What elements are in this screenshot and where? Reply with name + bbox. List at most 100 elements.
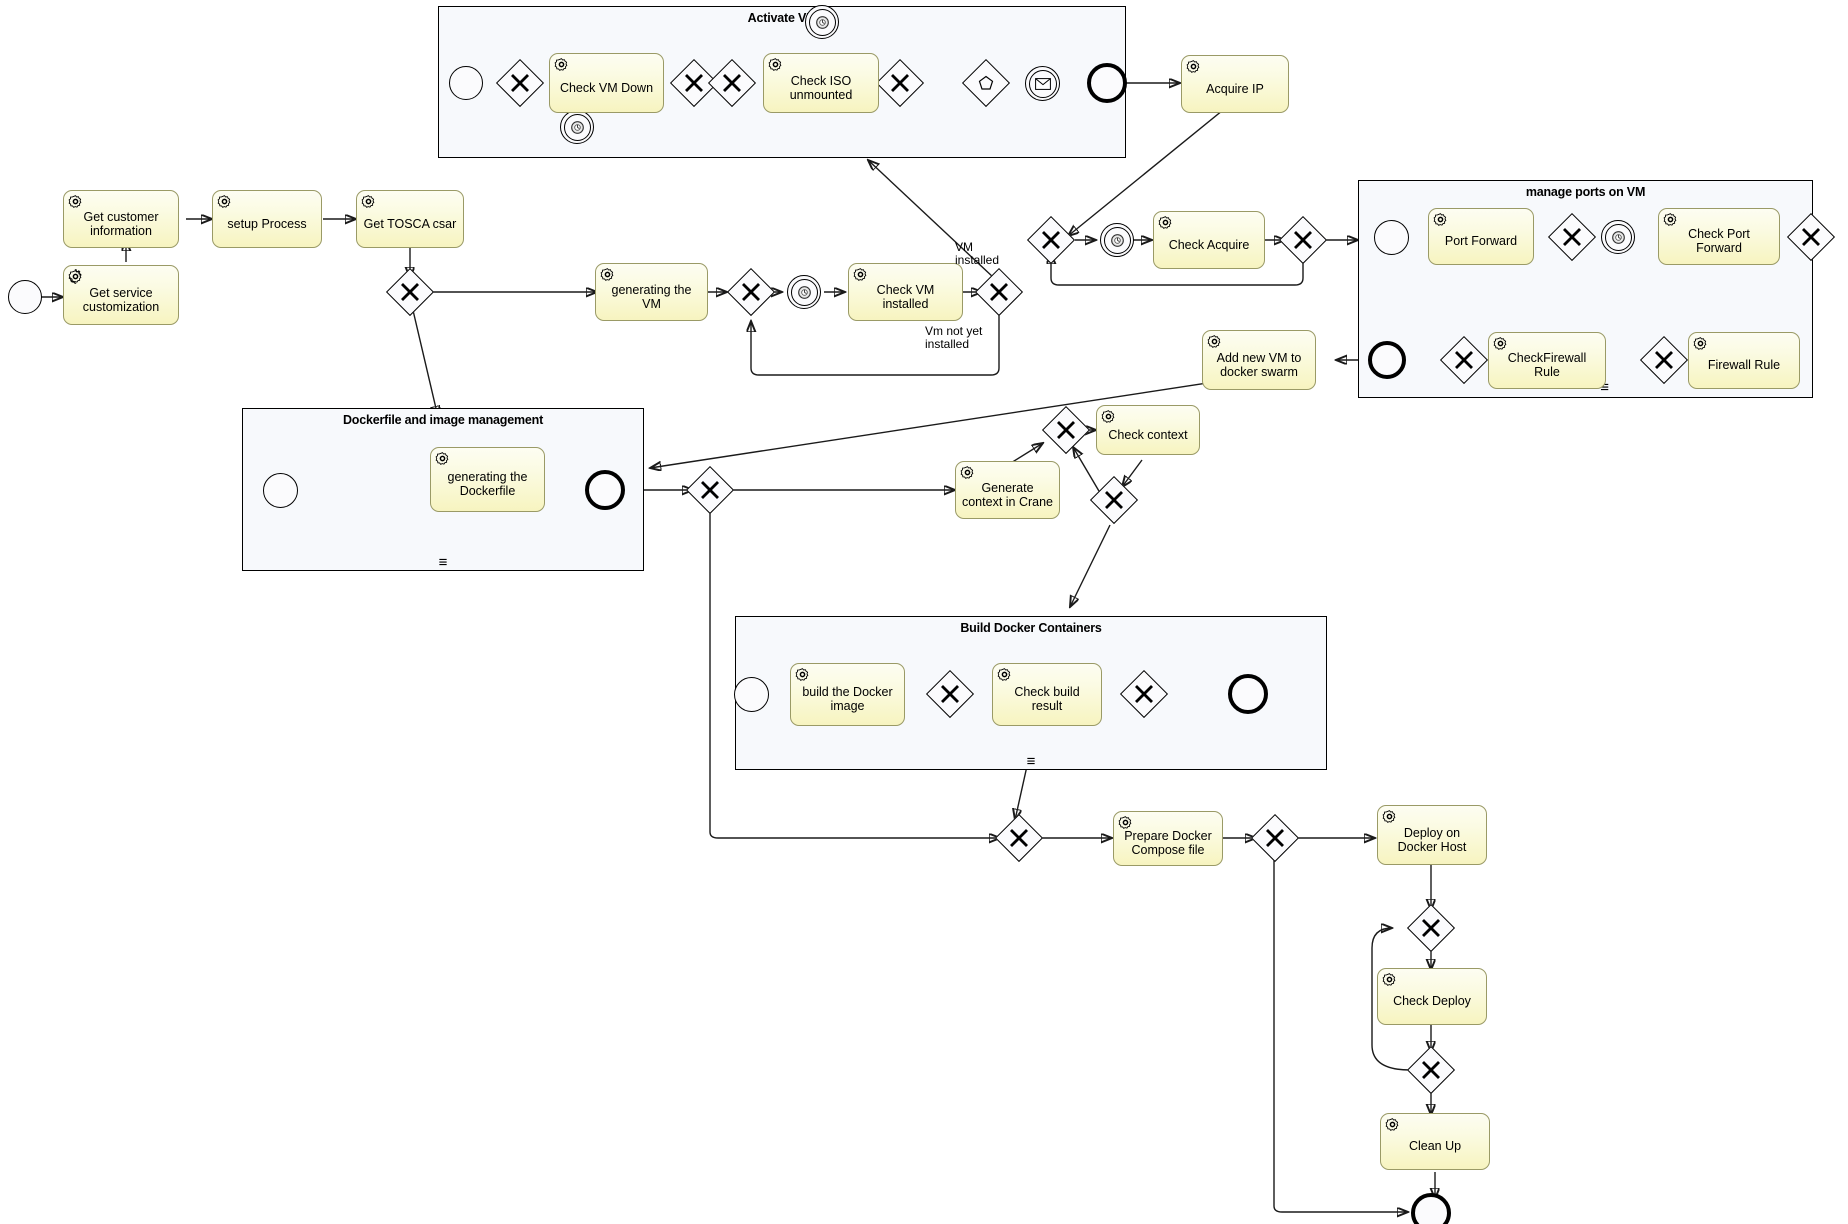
subprocess-start-event-build-docker[interactable] [734, 677, 769, 712]
task-firewall-rule[interactable]: Firewall Rule [1688, 332, 1800, 389]
task-check-firewall-rule[interactable]: CheckFirewall Rule [1488, 332, 1606, 389]
exclusive-gateway[interactable] [975, 268, 1023, 316]
task-get-tosca-csar[interactable]: Get TOSCA csar [356, 190, 464, 248]
task-setup-process[interactable]: setup Process [212, 190, 322, 248]
task-acquire-ip[interactable]: Acquire IP [1181, 55, 1289, 113]
gear-icon [1693, 337, 1707, 350]
task-build-the-docker-image[interactable]: build the Docker image [790, 663, 905, 726]
task-check-context[interactable]: Check context [1096, 405, 1200, 455]
task-check-iso-unmounted[interactable]: Check ISO unmounted [763, 53, 879, 113]
task-label: Prepare Docker Compose file [1124, 829, 1212, 857]
timer-intermediate-event[interactable] [805, 5, 839, 39]
task-check-vm-down[interactable]: Check VM Down [549, 53, 664, 113]
task-label: Firewall Rule [1707, 358, 1781, 372]
task-check-port-forward[interactable]: Check Port Forward [1658, 208, 1780, 265]
task-check-vm-installed[interactable]: Check VM installed [848, 263, 963, 321]
gear-icon [68, 269, 82, 284]
subprocess-title: Build Docker Containers [960, 621, 1102, 635]
timer-intermediate-event[interactable] [787, 275, 821, 309]
task-clean-up[interactable]: Clean Up [1380, 1113, 1490, 1170]
exclusive-gateway[interactable] [1548, 213, 1596, 261]
task-add-new-vm-to-docker-swarm[interactable]: Add new VM to docker swarm [1202, 330, 1316, 390]
subprocess-marker-icon: ≡ [1026, 753, 1036, 770]
task-deploy-on-docker-host[interactable]: Deploy on Docker Host [1377, 805, 1487, 865]
x-icon [1640, 336, 1688, 384]
exclusive-gateway[interactable] [686, 466, 734, 514]
message-intermediate-event[interactable] [1025, 66, 1060, 101]
timer-icon [1602, 221, 1634, 253]
exclusive-gateway[interactable] [708, 59, 756, 107]
exclusive-gateway[interactable] [1042, 406, 1090, 454]
timer-icon [561, 111, 593, 143]
timer-icon [788, 276, 820, 308]
gear-icon [1433, 213, 1447, 226]
timer-icon [806, 6, 838, 38]
subprocess-start-event-manage-ports[interactable] [1374, 220, 1409, 255]
exclusive-gateway[interactable] [1027, 216, 1075, 264]
task-label: Deploy on Docker Host [1397, 825, 1467, 854]
x-icon [1548, 213, 1596, 261]
exclusive-gateway[interactable] [1787, 213, 1835, 261]
timer-intermediate-event[interactable] [1601, 220, 1635, 254]
exclusive-gateway[interactable] [496, 59, 544, 107]
task-generating-the-dockerfile[interactable]: generating the Dockerfile [430, 447, 545, 512]
exclusive-gateway[interactable] [1440, 336, 1488, 384]
gear-icon [960, 466, 974, 479]
task-label: Check Deploy [1393, 994, 1471, 1008]
x-icon [1440, 336, 1488, 384]
timer-intermediate-event[interactable] [1100, 223, 1134, 257]
x-icon [1787, 213, 1835, 261]
exclusive-gateway[interactable] [1407, 1046, 1455, 1094]
exclusive-gateway[interactable] [1279, 216, 1327, 264]
task-prepare-docker-compose-file[interactable]: Prepare Docker Compose file [1113, 811, 1223, 866]
timer-icon [1101, 224, 1133, 256]
exclusive-gateway[interactable] [1120, 670, 1168, 718]
task-port-forward[interactable]: Port Forward [1428, 208, 1534, 265]
task-generating-the-vm[interactable]: generating the VM [595, 263, 708, 321]
timer-intermediate-event[interactable] [560, 110, 594, 144]
task-label: Port Forward [1444, 234, 1518, 248]
task-label: Check Port Forward [1688, 227, 1750, 255]
x-icon [1407, 1046, 1455, 1094]
exclusive-gateway[interactable] [727, 268, 775, 316]
gear-icon [768, 58, 782, 71]
gear-icon [997, 668, 1011, 681]
task-label: Acquire IP [1206, 81, 1264, 96]
task-generate-context-in-crane[interactable]: Generate context in Crane [955, 461, 1060, 519]
flow-label-vm-not-yet-installed: Vm not yet installed [925, 324, 983, 351]
exclusive-gateway[interactable] [876, 59, 924, 107]
task-get-service-customization[interactable]: Get service customization [63, 265, 179, 325]
subprocess-start-event-dockerfile[interactable] [263, 473, 298, 508]
exclusive-gateway[interactable] [995, 814, 1043, 862]
x-icon [386, 268, 434, 316]
event-based-gateway[interactable] [962, 59, 1010, 107]
gear-icon [1382, 973, 1396, 986]
exclusive-gateway[interactable] [1407, 904, 1455, 952]
task-label: Check context [1108, 427, 1188, 442]
subprocess-end-event-activate-vm[interactable] [1087, 63, 1127, 103]
subprocess-end-event-dockerfile[interactable] [585, 470, 625, 510]
task-check-deploy[interactable]: Check Deploy [1377, 968, 1487, 1025]
gear-icon [1385, 1118, 1399, 1131]
gear-icon [853, 268, 867, 281]
x-icon [1042, 406, 1090, 454]
end-event[interactable] [1411, 1193, 1451, 1224]
task-get-customer-information[interactable]: Get customer information [63, 190, 179, 248]
exclusive-gateway[interactable] [1640, 336, 1688, 384]
exclusive-gateway[interactable] [1090, 476, 1138, 524]
exclusive-gateway[interactable] [1251, 814, 1299, 862]
exclusive-gateway[interactable] [386, 268, 434, 316]
subprocess-end-event-build-docker[interactable] [1228, 674, 1268, 714]
start-event[interactable] [8, 280, 42, 314]
subprocess-start-event-activate-vm[interactable] [449, 66, 483, 100]
task-check-acquire[interactable]: Check Acquire [1153, 211, 1265, 269]
subprocess-title: Dockerfile and image management [342, 413, 544, 427]
task-label: Get customer information [83, 209, 159, 238]
x-icon [686, 466, 734, 514]
task-check-build-result[interactable]: Check build result [992, 663, 1102, 726]
exclusive-gateway[interactable] [926, 670, 974, 718]
task-label: CheckFirewall Rule [1507, 351, 1587, 379]
gear-icon [1101, 410, 1115, 423]
task-label: generating the Dockerfile [447, 470, 528, 498]
subprocess-end-event-manage-ports[interactable] [1368, 341, 1406, 379]
